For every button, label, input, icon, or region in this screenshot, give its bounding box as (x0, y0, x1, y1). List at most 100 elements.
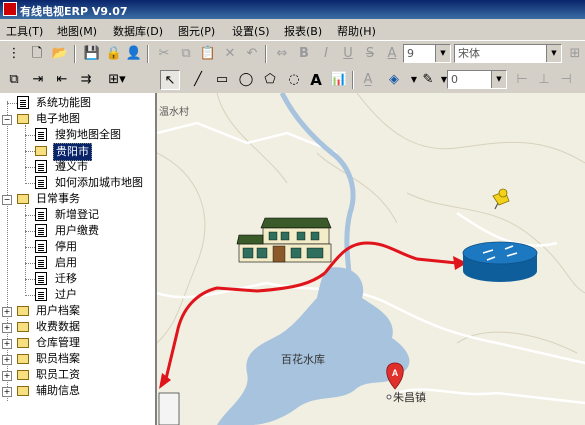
expand-icon[interactable]: + (2, 339, 12, 349)
underline-icon[interactable]: U (338, 44, 358, 64)
document-icon (35, 208, 47, 221)
tree-connector (25, 125, 26, 181)
expand-icon[interactable]: + (2, 323, 12, 333)
menu-tools[interactable]: 工具(T) (6, 23, 43, 39)
toolbar-separator (352, 71, 354, 89)
window-title: 有线电视ERP V9.07 (20, 5, 128, 18)
line-tool-icon[interactable]: ╱ (188, 70, 208, 90)
app-icon (3, 2, 17, 16)
tree-label: 迁移 (55, 272, 77, 285)
chevron-down-icon[interactable]: ▼ (435, 45, 450, 62)
collapse-icon[interactable]: − (2, 195, 12, 205)
font-size-select[interactable]: 9 ▼ (403, 44, 451, 63)
align-right-icon[interactable]: ⊣ (556, 70, 576, 90)
title-bar: 有线电视ERP V9.07 (0, 0, 585, 19)
menu-database[interactable]: 数据库(D) (113, 23, 163, 39)
user-icon[interactable]: 👤 (124, 44, 144, 64)
tree-label: 仓库管理 (36, 336, 80, 349)
expand-icon[interactable]: + (2, 307, 12, 317)
move-icon[interactable]: ⇉ (76, 70, 96, 90)
menu-map[interactable]: 地图(M) (57, 23, 97, 39)
delete-icon[interactable]: ✕ (220, 44, 240, 64)
bold-icon[interactable]: B (294, 44, 314, 64)
location-marker[interactable]: A (386, 362, 404, 390)
outdent-icon[interactable]: ⇤ (52, 70, 72, 90)
format-icon[interactable]: ⊞ (565, 44, 585, 64)
router-icon[interactable] (462, 241, 538, 282)
polygon-tool-icon[interactable]: ⬠ (260, 70, 280, 90)
menu-primitives[interactable]: 图元(P) (178, 23, 215, 39)
lake-label: 百花水库 (281, 353, 325, 366)
chevron-down-icon[interactable]: ▼ (546, 45, 561, 62)
chart-tool-icon[interactable]: 📊 (329, 70, 349, 90)
line-width-value: 0 (451, 73, 458, 86)
map-canvas[interactable]: A 温水村 百花水库 朱昌镇 (157, 93, 585, 425)
line-width-select[interactable]: 0 ▼ (447, 70, 507, 89)
menu-help[interactable]: 帮助(H) (337, 23, 376, 39)
freeform-tool-icon[interactable]: ◌ (284, 70, 304, 90)
align-center-icon[interactable]: ⊥ (534, 70, 554, 90)
route-arrow-west (159, 373, 171, 389)
expand-icon[interactable]: + (2, 355, 12, 365)
document-icon (35, 240, 47, 253)
collapse-icon[interactable]: − (2, 115, 12, 125)
tree-label: 新增登记 (55, 208, 99, 221)
copy-icon[interactable]: ⧉ (176, 44, 196, 64)
indent-icon[interactable]: ⇥ (28, 70, 48, 90)
tree-label: 启用 (55, 256, 77, 269)
tree-label: 用户缴费 (55, 224, 99, 237)
menu-bar: 工具(T) 地图(M) 数据库(D) 图元(P) 设置(S) 报表(B) 帮助(… (0, 19, 585, 41)
font-size-value: 9 (407, 47, 414, 60)
fill-color-icon[interactable]: ◈ (384, 70, 404, 90)
text-tool-icon[interactable]: A (306, 70, 326, 90)
marker-label: A (392, 368, 399, 378)
strikethrough-icon[interactable]: S (360, 44, 380, 64)
save-icon[interactable]: 💾 (82, 44, 102, 64)
document-icon (35, 224, 47, 237)
expand-icon[interactable]: + (2, 371, 12, 381)
sidebar-tree: 系统功能图 − 电子地图 搜狗地图全图 贵阳市 遵义市 如何添加城市地图 − 日… (0, 93, 157, 425)
document-icon (35, 256, 47, 269)
toolbar-grip-icon: ⋮ (7, 46, 21, 61)
undo-icon[interactable]: ↶ (242, 44, 262, 64)
ellipse-tool-icon[interactable]: ◯ (236, 70, 256, 90)
map-svg[interactable]: A 温水村 百花水库 朱昌镇 (157, 93, 585, 425)
font-color-icon[interactable]: A (382, 44, 402, 64)
new-file-icon[interactable]: 🗋 (27, 44, 47, 64)
font-name-select[interactable]: 宋体 ▼ (454, 44, 562, 63)
menu-settings[interactable]: 设置(S) (232, 23, 270, 39)
align-icon[interactable]: ⇔ (272, 44, 292, 64)
rectangle-tool-icon[interactable]: ▭ (212, 70, 232, 90)
folder-icon (17, 338, 29, 348)
layer-icon[interactable]: ⧉ (4, 70, 24, 90)
pushpin-icon[interactable] (492, 188, 510, 210)
town-label: 朱昌镇 (393, 390, 426, 404)
align-left-icon[interactable]: ⊢ (512, 70, 532, 90)
tree-menu-icon[interactable]: ⊞▾ (100, 70, 134, 90)
tree-label: 辅助信息 (36, 384, 80, 397)
tree-label: 遵义市 (55, 160, 88, 173)
open-folder-icon[interactable]: 📂 (50, 44, 70, 64)
tree-label: 搜狗地图全图 (55, 128, 121, 141)
expand-icon[interactable]: + (2, 387, 12, 397)
chevron-down-icon[interactable]: ▼ (491, 71, 506, 88)
lock-icon[interactable]: 🔒 (104, 44, 124, 64)
font-name-value: 宋体 (458, 47, 480, 60)
tree-label: 用户档案 (36, 304, 80, 317)
cut-icon[interactable]: ✂ (154, 44, 174, 64)
folder-open-icon (35, 146, 47, 156)
paste-icon[interactable]: 📋 (198, 44, 218, 64)
font-color-tool-icon[interactable]: A̲ (358, 70, 378, 90)
pointer-icon[interactable]: ↖ (160, 70, 180, 90)
italic-icon[interactable]: I (316, 44, 336, 64)
village-label: 温水村 (159, 105, 189, 118)
house-icon[interactable] (236, 217, 332, 263)
map-shape-box[interactable] (158, 392, 180, 425)
folder-icon (17, 194, 29, 204)
document-icon (17, 96, 29, 109)
tree-label: 职员档案 (36, 352, 80, 365)
menu-reports[interactable]: 报表(B) (284, 23, 322, 39)
document-icon (35, 160, 47, 173)
town-dot (386, 394, 392, 400)
toolbar-separator (265, 45, 267, 63)
